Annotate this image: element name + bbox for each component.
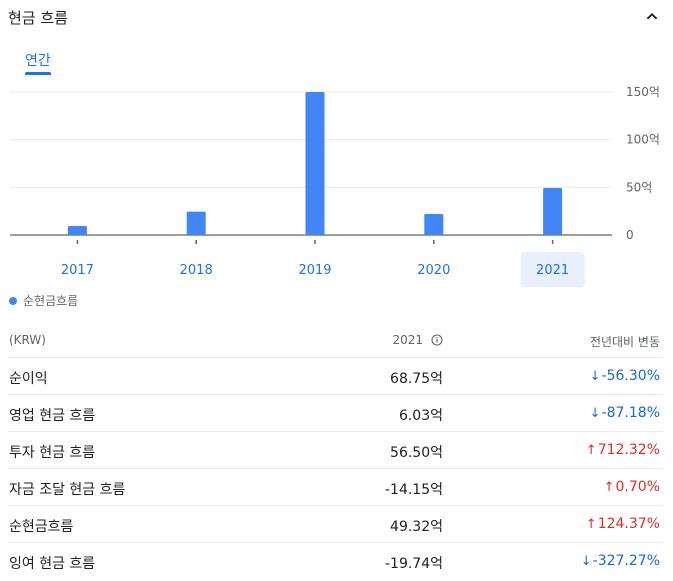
- change-header: 전년대비 변동: [589, 335, 660, 349]
- bar-2021: [543, 187, 563, 235]
- cash-flow-bar-chart: 0 50억 100억 150억 2017 2018 2019 2020 2021: [10, 85, 660, 287]
- year-header-label: 2021: [392, 333, 423, 347]
- table-body: 순이익 68.75억 ↓ -56.30% 영업 현금 흐름 6.03억 ↓ -87.18% 투자…: [8, 358, 663, 579]
- arrow-up-icon: ↑: [603, 479, 615, 495]
- row-label: 투자 현금 흐름: [9, 445, 96, 461]
- arrow-down-icon: ↓: [580, 553, 592, 569]
- legend-marker: [9, 296, 17, 305]
- table-row: 투자 현금 흐름 56.50억 ↑ 712.32%: [8, 432, 663, 469]
- row-change-value: 0.70%: [615, 479, 660, 495]
- arrow-down-icon: ↓: [589, 368, 601, 384]
- row-label: 순이익: [9, 371, 48, 387]
- table-row: 영업 현금 흐름 6.03억 ↓ -87.18%: [8, 395, 663, 432]
- tab-annual[interactable]: 연간: [25, 50, 51, 70]
- row-label: 순현금흐름: [9, 519, 74, 535]
- table-header: (KRW) 2021 전년대비 변동: [8, 322, 663, 358]
- section-title: 현금 흐름: [8, 9, 68, 27]
- chart-legend: 순현금흐름: [9, 292, 78, 309]
- row-change-value: -56.30%: [601, 368, 660, 384]
- y-tick-label: 150억: [626, 85, 660, 99]
- table-row: 순이익 68.75억 ↓ -56.30%: [8, 358, 663, 395]
- legend-label: 순현금흐름: [23, 294, 79, 308]
- row-value: 6.03억: [398, 408, 443, 424]
- row-change: ↑ 124.37%: [586, 516, 660, 532]
- row-change: ↑ 712.32%: [586, 442, 660, 458]
- x-tick-label[interactable]: 2017: [61, 263, 94, 278]
- table-row: 순현금흐름 49.32억 ↑ 124.37%: [8, 506, 663, 543]
- row-change: ↓ -87.18%: [590, 405, 660, 421]
- y-tick-label: 100억: [626, 133, 660, 147]
- row-label: 영업 현금 흐름: [9, 408, 96, 424]
- bar-2018: [186, 211, 206, 235]
- cash-flow-table: (KRW) 2021 전년대비 변동 순이익 68.75억 ↓ -56.30% 영업 현…: [8, 322, 663, 579]
- tab-active-indicator: [25, 72, 51, 75]
- year-header: 2021: [392, 333, 443, 347]
- row-change-value: -327.27%: [592, 553, 660, 569]
- section-header: 현금 흐름: [8, 4, 663, 30]
- row-value: -19.74억: [384, 556, 443, 572]
- row-change-value: -87.18%: [601, 405, 660, 421]
- row-value: 49.32억: [390, 519, 443, 535]
- x-tick-label[interactable]: 2018: [180, 263, 213, 278]
- row-change-value: 712.32%: [597, 442, 660, 458]
- x-tick-label[interactable]: 2020: [417, 263, 450, 278]
- row-change: ↓ -327.27%: [581, 553, 660, 569]
- y-tick-label: 50억: [626, 180, 652, 194]
- row-change-value: 124.37%: [597, 516, 660, 532]
- row-label: 잉여 현금 흐름: [9, 556, 96, 572]
- x-tick-label[interactable]: 2019: [298, 263, 331, 278]
- row-value: -14.15억: [384, 482, 443, 498]
- arrow-up-icon: ↑: [585, 442, 597, 458]
- info-icon[interactable]: [431, 334, 443, 346]
- currency-header: (KRW): [9, 333, 46, 347]
- bar-2020: [424, 214, 444, 235]
- chevron-up-icon[interactable]: [641, 6, 663, 28]
- table-row: 자금 조달 현금 흐름 -14.15억 ↑ 0.70%: [8, 469, 663, 506]
- arrow-up-icon: ↑: [585, 516, 597, 532]
- row-change: ↓ -56.30%: [590, 368, 660, 384]
- row-value: 68.75억: [390, 371, 443, 387]
- arrow-down-icon: ↓: [589, 405, 601, 421]
- y-tick-label: 0: [626, 228, 634, 242]
- x-tick-label[interactable]: 2021: [536, 263, 569, 278]
- row-change: ↑ 0.70%: [604, 479, 660, 495]
- bar-2019: [305, 92, 325, 235]
- table-row: 잉여 현금 흐름 -19.74억 ↓ -327.27%: [8, 543, 663, 579]
- bar-2017: [67, 225, 87, 235]
- row-value: 56.50억: [390, 445, 443, 461]
- row-label: 자금 조달 현금 흐름: [9, 482, 126, 498]
